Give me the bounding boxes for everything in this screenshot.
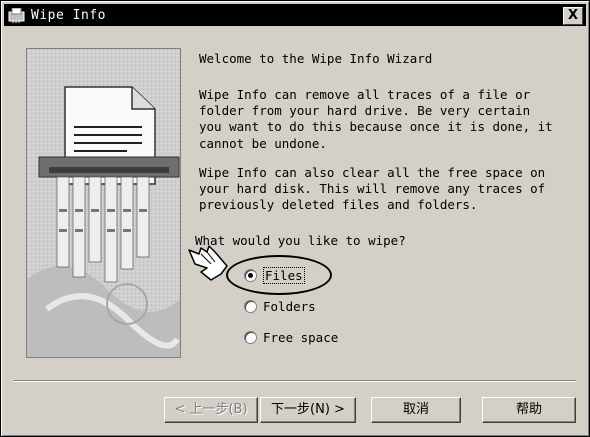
back-button[interactable]: < 上一步(B) [164, 397, 258, 423]
title-bar: Wipe Info X [4, 4, 586, 26]
radio-folders[interactable]: Folders [244, 299, 316, 314]
radio-files-label: Files [263, 267, 305, 284]
cancel-button[interactable]: 取消 [371, 397, 461, 423]
close-button[interactable]: X [563, 7, 583, 25]
wizard-illustration [26, 48, 181, 358]
radio-folders-label: Folders [263, 299, 316, 314]
wizard-heading: Welcome to the Wipe Info Wizard [199, 51, 433, 66]
radio-button[interactable] [244, 331, 257, 344]
radio-button[interactable] [244, 300, 257, 313]
wizard-description-2: Wipe Info can also clear all the free sp… [199, 165, 546, 213]
wipe-info-app-icon [8, 7, 25, 23]
radio-button-checked[interactable] [244, 269, 257, 282]
wizard-description-1: Wipe Info can remove all traces of a fil… [199, 87, 553, 151]
radio-files[interactable]: Files [244, 267, 305, 284]
window-title: Wipe Info [31, 7, 106, 23]
help-button[interactable]: 帮助 [482, 397, 576, 423]
button-separator [14, 380, 576, 382]
next-button[interactable]: 下一步(N) > [260, 397, 356, 423]
wipe-info-dialog: Wipe Info X Welcome to the Wipe Info Wiz… [0, 0, 590, 437]
radio-free-space-label: Free space [263, 330, 339, 345]
close-icon: X [567, 8, 579, 23]
radio-free-space[interactable]: Free space [244, 330, 338, 345]
